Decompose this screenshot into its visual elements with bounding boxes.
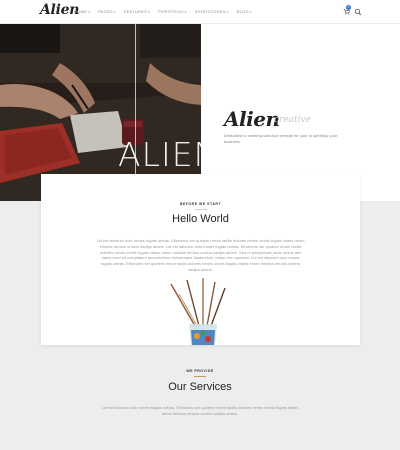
nav-item-blog[interactable]: BLOG▾ [237,9,252,14]
hero-title: Alien [224,107,280,131]
site-header: Alien HOME▾ PAGES▾ FEATURES▾ PORTFOLIO▾ … [0,0,400,24]
nav-label: SHORTCODES [194,9,226,14]
search-icon[interactable] [354,8,362,16]
intro-card: BEFORE WE START Hello World Lid est labo… [41,174,360,345]
hero-subtitle: creative [274,115,311,125]
hero-image-caption: ALIEN [118,135,201,174]
services-eyebrow: WE PROVIDE [186,369,214,373]
chevron-down-icon: ▾ [184,10,187,14]
main-nav: HOME▾ PAGES▾ FEATURES▾ PORTFOLIO▾ SHORTC… [74,9,260,14]
nav-label: FEATURES [123,9,148,14]
nav-label: HOME [74,9,88,14]
nav-item-portfolio[interactable]: PORTFOLIO▾ [158,9,187,14]
nav-label: BLOG [236,9,249,14]
services-body: Lid est laborum dolo rumes fugats untras… [101,405,299,416]
nav-item-shortcodes[interactable]: SHORTCODES▾ [195,9,229,14]
chevron-down-icon: ▾ [249,10,252,14]
chevron-down-icon: ▾ [88,10,91,14]
cart-count-badge: 0 [346,5,351,10]
services-title: Our Services [168,381,232,393]
nav-label: PORTFOLIO [158,9,184,14]
nav-item-home[interactable]: HOME▾ [74,9,90,14]
hero-description: Dedicated to creating standout website f… [224,133,338,144]
intro-title: Hello World [172,213,229,225]
intro-body: Lid est laborum dolo rumes fugats untras… [96,238,305,272]
intro-eyebrow: BEFORE WE START [179,202,222,206]
nav-item-pages[interactable]: PAGES▾ [98,9,116,14]
paint-brushes-image [170,278,226,345]
services-divider [194,376,206,377]
chevron-down-icon: ▾ [226,10,229,14]
chevron-down-icon: ▾ [114,10,116,14]
chevron-down-icon: ▾ [148,10,151,14]
intro-divider [195,209,207,210]
nav-label: PAGES [98,9,114,14]
nav-item-features[interactable]: FEATURES▾ [124,9,150,14]
